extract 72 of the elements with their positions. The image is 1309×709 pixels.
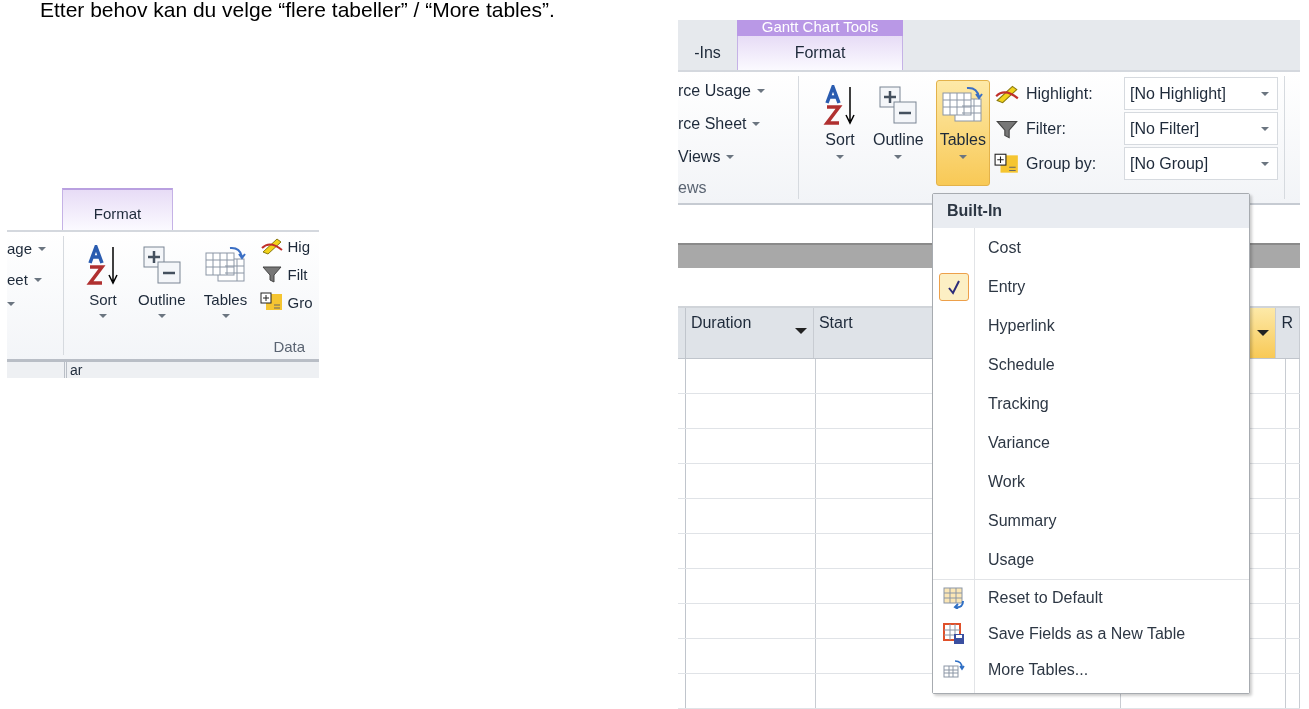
tables-icon xyxy=(203,245,248,285)
sort-button[interactable]: Sort xyxy=(82,240,124,346)
group-label: Data xyxy=(272,338,307,357)
view-menu-item[interactable]: age xyxy=(7,240,63,257)
menu-item[interactable]: Tracking xyxy=(933,384,1249,423)
menu-item[interactable]: Summary xyxy=(933,501,1249,540)
caret-icon xyxy=(1260,91,1269,96)
outline-icon xyxy=(141,245,182,285)
caret-icon xyxy=(752,122,761,126)
data-label[interactable]: Gro xyxy=(287,293,313,311)
column-header[interactable]: Duration xyxy=(685,308,814,358)
highlight-dropdown[interactable]: [No Highlight] xyxy=(1123,77,1278,110)
view-menu-item[interactable]: eet xyxy=(7,271,63,288)
group-icon xyxy=(993,152,1020,175)
data-label[interactable]: Hig xyxy=(287,237,311,255)
outline-icon xyxy=(878,85,919,125)
menu-item[interactable]: Cost xyxy=(933,228,1249,267)
caret-icon xyxy=(221,314,230,318)
menu-item[interactable]: More Tables... xyxy=(933,652,1249,688)
view-menu-item[interactable]: rce Sheet xyxy=(678,115,798,133)
table-reset-icon xyxy=(942,587,965,609)
sort-icon xyxy=(823,85,857,125)
view-menu-item[interactable]: rce Usage xyxy=(678,82,798,100)
caret-icon xyxy=(99,314,107,318)
menu-item[interactable]: Schedule xyxy=(933,345,1249,384)
tables-icon xyxy=(942,659,965,681)
caret-icon xyxy=(157,314,166,318)
view-menu-item[interactable]: Views xyxy=(678,148,798,166)
caret-icon xyxy=(836,155,844,159)
context-group-title: Gantt Chart Tools xyxy=(737,20,903,36)
caret-icon xyxy=(894,155,903,159)
instruction-text: Etter behov kan du velge “flere tabeller” / “More tables”. xyxy=(39,0,556,20)
filter-icon xyxy=(259,264,284,284)
format-tab[interactable]: Format xyxy=(62,188,173,230)
menu-item[interactable]: Variance xyxy=(933,423,1249,462)
data-label: Filter: xyxy=(1025,119,1067,138)
menu-item[interactable]: Hyperlink xyxy=(933,306,1249,345)
sort-button[interactable]: Sort xyxy=(819,80,861,186)
outline-button[interactable]: Outline xyxy=(134,240,190,346)
data-label: Group by: xyxy=(1025,154,1098,173)
caret-icon xyxy=(958,155,967,159)
caret-icon xyxy=(1260,161,1269,166)
caret-icon xyxy=(38,246,47,251)
sort-icon xyxy=(86,245,120,285)
tables-button[interactable]: Tables xyxy=(199,240,252,346)
menu-item[interactable]: Work xyxy=(933,462,1249,501)
caret-icon xyxy=(756,89,765,93)
format-tab[interactable]: Format xyxy=(737,36,903,70)
menu-item[interactable]: Reset to Default xyxy=(933,580,1249,616)
tables-icon xyxy=(940,85,985,125)
caret-icon xyxy=(1260,126,1269,131)
outline-button[interactable]: Outline xyxy=(869,80,928,186)
tables-button[interactable]: Tables xyxy=(935,80,990,186)
caret-icon xyxy=(794,328,807,334)
caret-icon xyxy=(1257,330,1270,336)
caret-icon xyxy=(33,277,42,282)
group-icon xyxy=(259,292,284,312)
menu-item[interactable]: Usage xyxy=(933,540,1249,579)
menu-item[interactable]: Save Fields as a New Table xyxy=(933,616,1249,652)
data-label: Highlight: xyxy=(1025,84,1094,103)
view-text: ar xyxy=(64,362,83,378)
add-ins-tab[interactable]: -Ins xyxy=(678,36,737,70)
menu-item[interactable]: Entry xyxy=(933,267,1249,306)
group-dropdown[interactable]: [No Group] xyxy=(1123,147,1278,180)
column-header[interactable]: R xyxy=(1276,308,1300,358)
caret-icon xyxy=(7,302,15,306)
caret-icon xyxy=(726,155,735,159)
group-label: ews xyxy=(678,179,708,199)
filter-dropdown[interactable]: [No Filter] xyxy=(1123,112,1278,145)
highlighter-icon xyxy=(259,236,284,256)
data-label[interactable]: Filt xyxy=(287,265,308,283)
menu-section-header: Built-In xyxy=(933,194,1249,228)
